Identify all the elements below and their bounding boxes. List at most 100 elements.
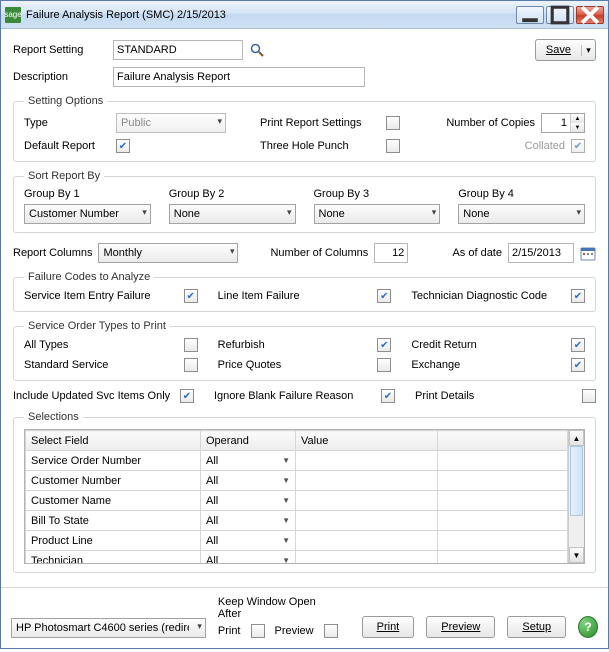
- printer-select[interactable]: HP Photosmart C4600 series (redirected: [11, 618, 206, 638]
- close-button[interactable]: [576, 6, 604, 24]
- save-dropdown-button[interactable]: ▾: [581, 45, 595, 56]
- titlebar[interactable]: sage Failure Analysis Report (SMC) 2/15/…: [1, 1, 608, 29]
- type-label: Type: [24, 117, 110, 129]
- lookup-icon[interactable]: [249, 42, 265, 58]
- sort-report-group: Sort Report By Group By 1 Group By 2 Gro…: [13, 170, 596, 233]
- as-of-date-label: As of date: [452, 247, 502, 259]
- print-button[interactable]: Print: [362, 616, 415, 638]
- table-row[interactable]: Bill To StateAll▼: [26, 511, 568, 531]
- table-row[interactable]: TechnicianAll▼: [26, 551, 568, 564]
- setup-button[interactable]: Setup: [507, 616, 566, 638]
- keep-open-print-checkbox[interactable]: [251, 624, 265, 638]
- ignore-blank-checkbox[interactable]: [381, 389, 395, 403]
- help-button[interactable]: ?: [578, 616, 598, 638]
- description-input[interactable]: [113, 67, 365, 87]
- cell-field[interactable]: Bill To State: [26, 511, 201, 531]
- tech-diag-checkbox[interactable]: [571, 289, 585, 303]
- chevron-down-icon[interactable]: ▼: [282, 556, 290, 563]
- number-of-copies-input[interactable]: [542, 114, 570, 132]
- cell-field[interactable]: Technician: [26, 551, 201, 564]
- scroll-up[interactable]: ▲: [569, 430, 584, 446]
- cell-field[interactable]: Service Order Number: [26, 451, 201, 471]
- cell-value[interactable]: [296, 451, 438, 471]
- report-columns-label: Report Columns: [13, 247, 92, 259]
- cell-value[interactable]: [296, 471, 438, 491]
- service-item-entry-checkbox[interactable]: [184, 289, 198, 303]
- line-item-failure-checkbox[interactable]: [377, 289, 391, 303]
- report-setting-input[interactable]: [113, 40, 243, 60]
- save-button[interactable]: Save ▾: [535, 39, 596, 61]
- chevron-down-icon[interactable]: ▼: [282, 516, 290, 525]
- cell-operand[interactable]: All▼: [201, 511, 296, 531]
- scrollbar[interactable]: ▲ ▼: [568, 430, 584, 563]
- collated-label: Collated: [525, 140, 565, 152]
- calendar-icon[interactable]: [580, 245, 596, 261]
- chevron-down-icon[interactable]: ▼: [282, 536, 290, 545]
- chevron-down-icon[interactable]: ▼: [282, 476, 290, 485]
- cell-field[interactable]: Customer Name: [26, 491, 201, 511]
- scroll-down[interactable]: ▼: [569, 547, 584, 563]
- col-blank: [438, 431, 568, 451]
- scroll-thumb[interactable]: [570, 446, 583, 516]
- table-row[interactable]: Customer NumberAll▼: [26, 471, 568, 491]
- cell-blank: [438, 511, 568, 531]
- exchange-checkbox[interactable]: [571, 358, 585, 372]
- chevron-down-icon[interactable]: ▼: [282, 456, 290, 465]
- minimize-button[interactable]: [516, 6, 544, 24]
- cell-value[interactable]: [296, 531, 438, 551]
- order-types-legend: Service Order Types to Print: [24, 320, 170, 332]
- cell-operand[interactable]: All▼: [201, 551, 296, 564]
- cell-field[interactable]: Customer Number: [26, 471, 201, 491]
- keep-open-preview-checkbox[interactable]: [324, 624, 338, 638]
- print-details-label: Print Details: [415, 390, 474, 402]
- cell-value[interactable]: [296, 551, 438, 564]
- cell-operand[interactable]: All▼: [201, 531, 296, 551]
- default-report-checkbox[interactable]: [116, 139, 130, 153]
- col-operand[interactable]: Operand: [201, 431, 296, 451]
- group-by-3-label: Group By 3: [314, 188, 441, 200]
- cell-operand[interactable]: All▼: [201, 491, 296, 511]
- maximize-button[interactable]: [546, 6, 574, 24]
- selections-group: Selections Select Field Operand Value: [13, 411, 596, 573]
- window-title: Failure Analysis Report (SMC) 2/15/2013: [26, 9, 516, 21]
- default-report-label: Default Report: [24, 140, 110, 152]
- cell-value[interactable]: [296, 491, 438, 511]
- table-row[interactable]: Product LineAll▼: [26, 531, 568, 551]
- cell-operand[interactable]: All▼: [201, 471, 296, 491]
- all-types-label: All Types: [24, 339, 68, 351]
- all-types-checkbox[interactable]: [184, 338, 198, 352]
- group-by-1-select[interactable]: Customer Number: [24, 204, 151, 224]
- selections-legend: Selections: [24, 411, 83, 423]
- group-by-4-select[interactable]: None: [458, 204, 585, 224]
- price-quotes-checkbox[interactable]: [377, 358, 391, 372]
- col-value[interactable]: Value: [296, 431, 438, 451]
- preview-button[interactable]: Preview: [426, 616, 495, 638]
- as-of-date-input[interactable]: [508, 243, 574, 263]
- print-details-checkbox[interactable]: [582, 389, 596, 403]
- include-updated-label: Include Updated Svc Items Only: [13, 390, 170, 402]
- spin-down[interactable]: ▼: [570, 123, 584, 132]
- selections-table[interactable]: Select Field Operand Value Service Order…: [25, 430, 568, 563]
- report-columns-select[interactable]: Monthly: [98, 243, 238, 263]
- col-select-field[interactable]: Select Field: [26, 431, 201, 451]
- print-report-settings-checkbox[interactable]: [386, 116, 400, 130]
- three-hole-checkbox[interactable]: [386, 139, 400, 153]
- standard-service-checkbox[interactable]: [184, 358, 198, 372]
- refurbish-checkbox[interactable]: [377, 338, 391, 352]
- group-by-2-select[interactable]: None: [169, 204, 296, 224]
- table-row[interactable]: Customer NameAll▼: [26, 491, 568, 511]
- cell-value[interactable]: [296, 511, 438, 531]
- num-columns-input[interactable]: [374, 243, 408, 263]
- cell-operand[interactable]: All▼: [201, 451, 296, 471]
- cell-blank: [438, 471, 568, 491]
- spin-up[interactable]: ▲: [570, 114, 584, 123]
- credit-return-checkbox[interactable]: [571, 338, 585, 352]
- include-updated-checkbox[interactable]: [180, 389, 194, 403]
- group-by-3-select[interactable]: None: [314, 204, 441, 224]
- app-icon: sage: [5, 7, 21, 23]
- group-by-4-label: Group By 4: [458, 188, 585, 200]
- chevron-down-icon[interactable]: ▼: [282, 496, 290, 505]
- number-of-copies-spinner[interactable]: ▲▼: [541, 113, 585, 133]
- cell-field[interactable]: Product Line: [26, 531, 201, 551]
- table-row[interactable]: Service Order NumberAll▼: [26, 451, 568, 471]
